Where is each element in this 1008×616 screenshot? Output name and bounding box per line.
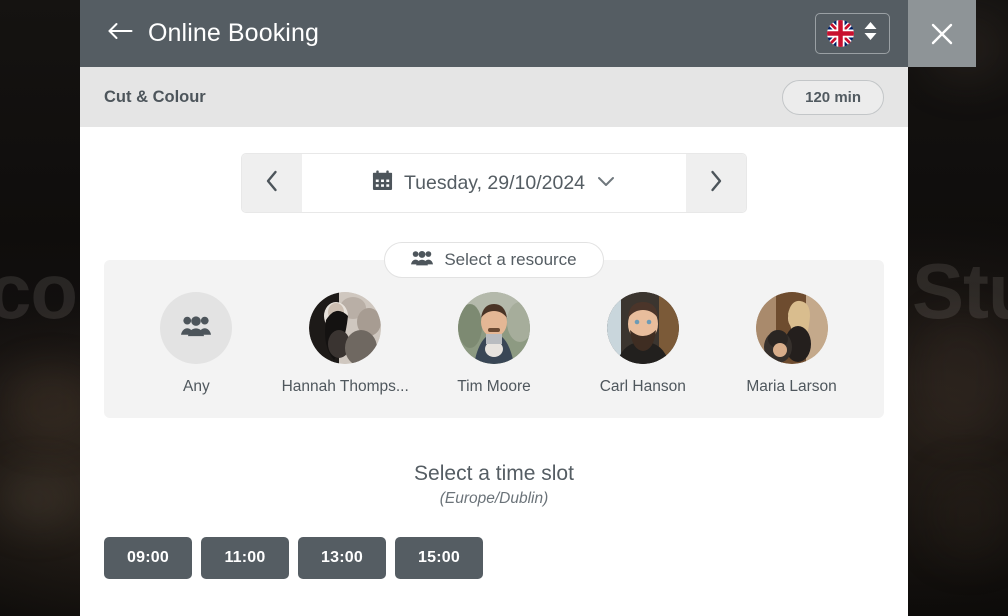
previous-day-button[interactable] <box>242 154 302 212</box>
resource-pill-container: Select a resource <box>104 242 884 278</box>
sort-updown-icon <box>863 20 878 47</box>
resource-list: Any Hannah Thomps... Tim Moore Carl Hans… <box>104 260 884 418</box>
time-slot-button[interactable]: 15:00 <box>395 537 483 579</box>
time-slot-button[interactable]: 11:00 <box>201 537 289 579</box>
duration-badge: 120 min <box>782 79 884 115</box>
date-display-button[interactable]: Tuesday, 29/10/2024 <box>302 154 686 212</box>
avatar <box>309 292 382 364</box>
modal-body: Tuesday, 29/10/2024 Select a resource An… <box>80 154 908 579</box>
timezone-label: (Europe/Dublin) <box>439 490 549 507</box>
background-blur-shape <box>930 470 1008 560</box>
avatar <box>457 292 530 364</box>
modal-header: Online Booking <box>80 0 908 67</box>
resource-name: Maria Larson <box>746 378 837 395</box>
calendar-icon <box>372 170 393 196</box>
service-name: Cut & Colour <box>104 87 206 106</box>
booking-modal: Online Booking Cut & Colour 120 min Tues… <box>80 0 908 616</box>
avatar <box>606 292 679 364</box>
resource-name: Carl Hanson <box>599 378 686 395</box>
next-day-button[interactable] <box>686 154 746 212</box>
time-slot-heading: Select a time slot <box>414 462 574 485</box>
chevron-right-icon <box>706 168 726 199</box>
resource-item-maria[interactable]: Maria Larson <box>718 292 866 396</box>
users-icon <box>181 315 212 342</box>
avatar-photo <box>755 292 828 364</box>
screen-root: con Stu Online Booking <box>0 0 1008 616</box>
date-navigator: Tuesday, 29/10/2024 <box>242 154 746 212</box>
select-resource-label: Select a resource <box>444 250 577 269</box>
uk-flag-icon <box>827 20 854 47</box>
close-button[interactable] <box>908 0 976 67</box>
users-icon <box>411 250 434 271</box>
resource-name: Tim Moore <box>457 378 531 395</box>
resource-name: Hannah Thomps... <box>281 378 409 395</box>
service-bar: Cut & Colour 120 min <box>80 67 908 127</box>
time-slot-button[interactable]: 13:00 <box>298 537 386 579</box>
selected-date: Tuesday, 29/10/2024 <box>403 171 586 194</box>
page-title: Online Booking <box>148 19 319 47</box>
close-icon <box>925 17 959 51</box>
avatar-photo <box>606 292 679 364</box>
resource-item-tim[interactable]: Tim Moore <box>420 292 568 396</box>
chevron-down-icon <box>596 174 616 193</box>
time-slot-list: 09:00 11:00 13:00 15:00 <box>104 537 884 579</box>
avatar <box>755 292 828 364</box>
select-resource-button[interactable]: Select a resource <box>384 242 604 278</box>
time-slot-button[interactable]: 09:00 <box>104 537 192 579</box>
background-blur-shape <box>0 470 74 528</box>
resource-item-hannah[interactable]: Hannah Thomps... <box>271 292 419 396</box>
arrow-left-icon <box>106 18 136 49</box>
language-selector[interactable] <box>815 13 890 54</box>
resource-item-any[interactable]: Any <box>122 292 270 396</box>
resource-item-carl[interactable]: Carl Hanson <box>569 292 717 396</box>
back-button[interactable] <box>104 17 138 51</box>
background-wordmark-right: Stu <box>912 247 1008 335</box>
avatar-photo <box>457 292 530 364</box>
avatar-photo <box>309 292 382 364</box>
chevron-left-icon <box>262 168 282 199</box>
avatar <box>160 292 233 364</box>
resource-name: Any <box>183 378 210 395</box>
